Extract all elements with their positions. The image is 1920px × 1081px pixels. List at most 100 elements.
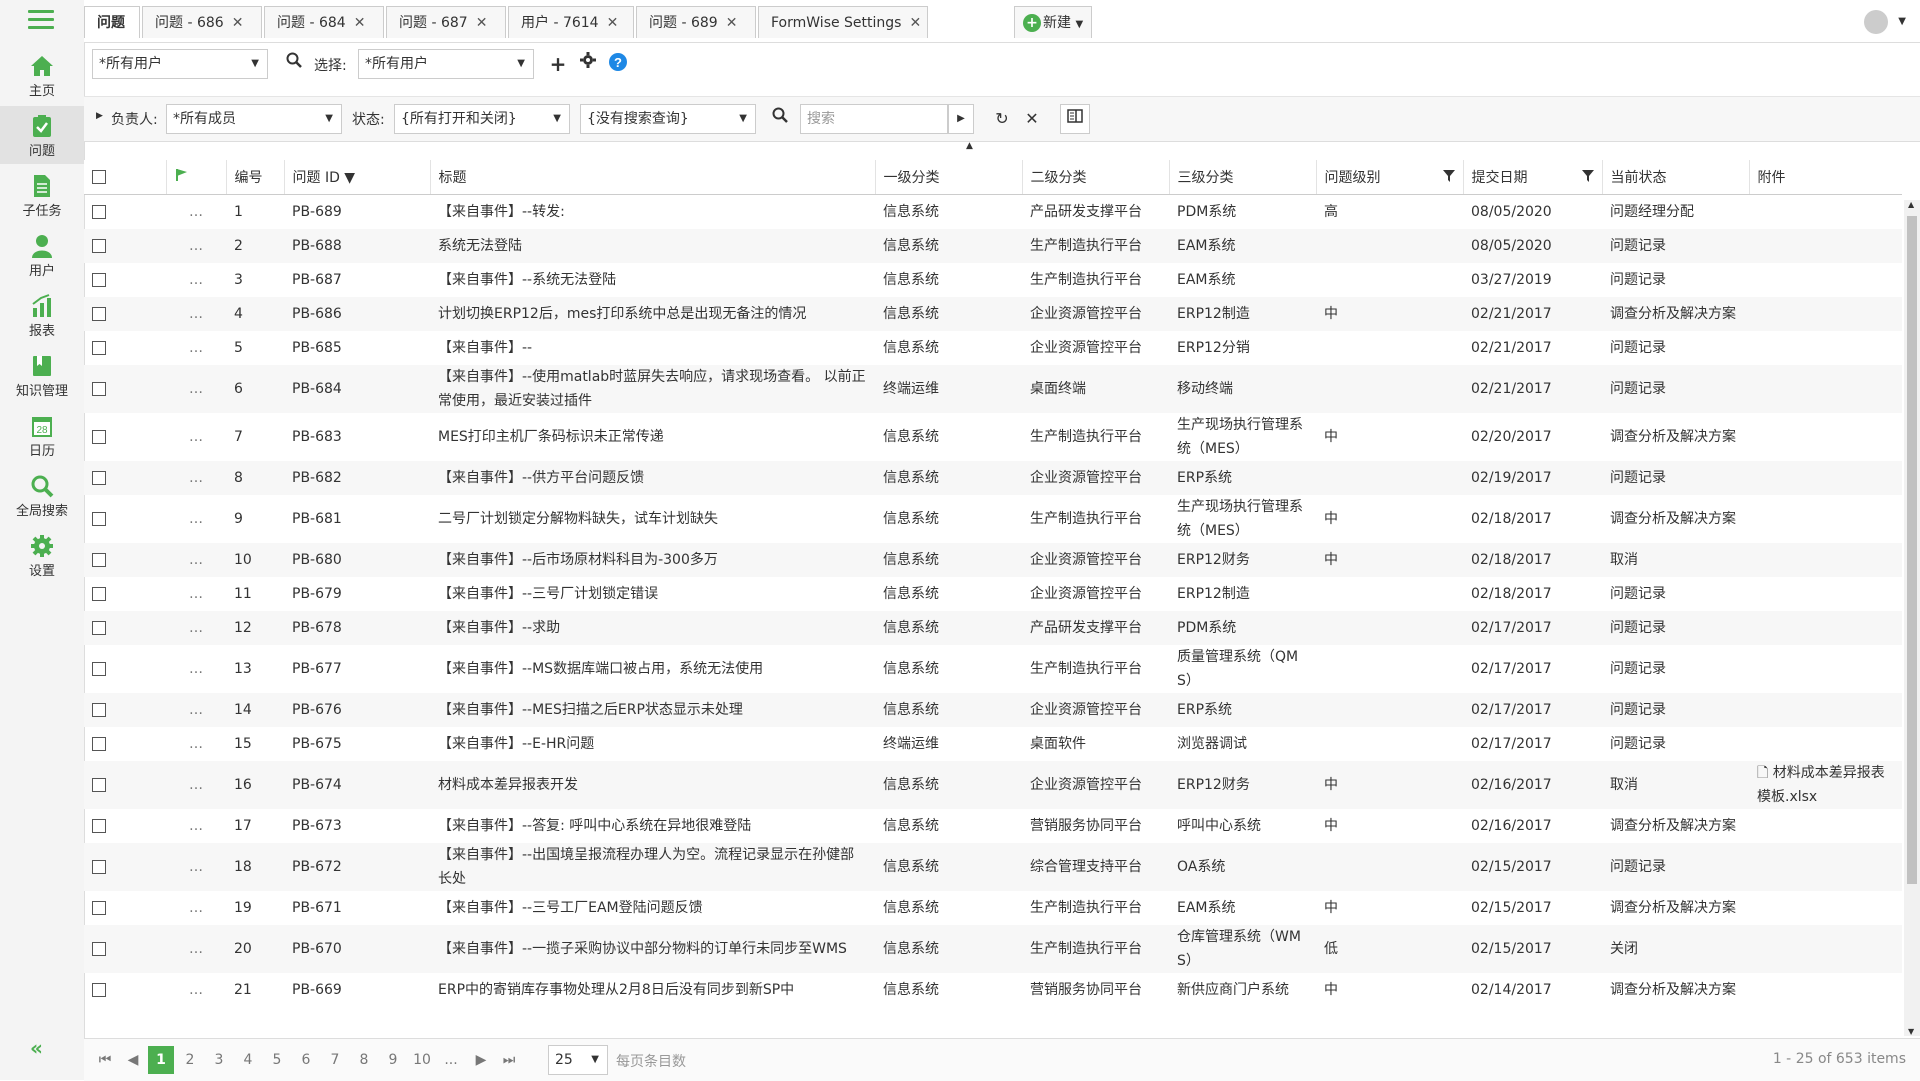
- cell[interactable]: PB-684: [284, 364, 430, 413]
- cell[interactable]: PB-669: [284, 973, 430, 1007]
- row-checkbox[interactable]: [84, 413, 166, 461]
- table-row[interactable]: … 13 PB-677 【来自事件】--MS数据库端口被占用，系统无法使用 信息系统 生产…: [84, 645, 1902, 693]
- table-row[interactable]: … 17 PB-673 【来自事件】--答复: 呼叫中心系统在异地很难登陆 信息系统 营销…: [84, 809, 1902, 843]
- cell[interactable]: 【来自事件】--三号工厂EAM登陆问题反馈: [430, 891, 875, 925]
- row-actions-icon[interactable]: …: [166, 331, 226, 365]
- row-checkbox[interactable]: [84, 364, 166, 413]
- cell[interactable]: 【来自事件】--E-HR问题: [430, 727, 875, 761]
- tab-6[interactable]: FormWise Settings ✕: [758, 6, 928, 38]
- cell[interactable]: PB-671: [284, 891, 430, 925]
- table-row[interactable]: … 14 PB-676 【来自事件】--MES扫描之后ERP状态显示未处理 信息系统 企业…: [84, 692, 1902, 727]
- cell[interactable]: PB-679: [284, 577, 430, 611]
- column-header-category-2[interactable]: 二级分类: [1022, 160, 1170, 195]
- next-page-icon[interactable]: ▶: [468, 1046, 494, 1074]
- page-button[interactable]: 3: [206, 1046, 232, 1074]
- table-row[interactable]: … 15 PB-675 【来自事件】--E-HR问题 终端运维 桌面软件 浏览器调试 02/1…: [84, 727, 1902, 761]
- row-checkbox[interactable]: [84, 610, 166, 645]
- cell[interactable]: 【来自事件】--系统无法登陆: [430, 263, 875, 297]
- table-row[interactable]: … 11 PB-679 【来自事件】--三号厂计划锁定错误 信息系统 企业资源管控平台 ER…: [84, 577, 1902, 611]
- row-checkbox[interactable]: [84, 577, 166, 611]
- cell[interactable]: 【来自事件】--答复: 呼叫中心系统在异地很难登陆: [430, 809, 875, 843]
- row-actions-icon[interactable]: …: [166, 460, 226, 495]
- row-actions-icon[interactable]: …: [166, 495, 226, 543]
- table-row[interactable]: … 21 PB-669 ERP中的寄销库存事物处理从2月8日后没有同步到新SP中 信息系…: [84, 973, 1902, 1007]
- row-checkbox[interactable]: [84, 924, 166, 973]
- expand-arrow-icon[interactable]: ▶: [96, 111, 103, 121]
- sidebar-item-2[interactable]: 子任务: [0, 166, 84, 224]
- table-row[interactable]: … 5 PB-685 【来自事件】-- 信息系统 企业资源管控平台 ERP12分销 02/21…: [84, 331, 1902, 365]
- search-input[interactable]: 搜索: [800, 104, 948, 134]
- row-actions-icon[interactable]: …: [166, 891, 226, 925]
- row-actions-icon[interactable]: …: [166, 542, 226, 577]
- row-actions-icon[interactable]: …: [166, 228, 226, 263]
- cell[interactable]: 【来自事件】--出国境呈报流程办理人为空。流程记录显示在孙健部长处: [430, 842, 875, 891]
- row-checkbox[interactable]: [84, 542, 166, 577]
- column-header-date[interactable]: 提交日期: [1463, 160, 1603, 195]
- row-actions-icon[interactable]: …: [166, 973, 226, 1007]
- row-checkbox[interactable]: [84, 296, 166, 331]
- row-checkbox[interactable]: [84, 727, 166, 761]
- sidebar-item-7[interactable]: 全局搜索: [0, 466, 84, 524]
- row-actions-icon[interactable]: …: [166, 263, 226, 297]
- page-button[interactable]: 8: [351, 1046, 377, 1074]
- cell[interactable]: PB-678: [284, 610, 430, 645]
- row-actions-icon[interactable]: …: [166, 809, 226, 843]
- cell[interactable]: PB-686: [284, 296, 430, 331]
- cell[interactable]: ERP中的寄销库存事物处理从2月8日后没有同步到新SP中: [430, 973, 875, 1007]
- tab-4[interactable]: 用户 - 7614 ✕: [508, 6, 634, 38]
- filter-icon[interactable]: [1442, 170, 1455, 182]
- flag-column-header[interactable]: [166, 160, 227, 195]
- row-checkbox[interactable]: [84, 460, 166, 495]
- table-row[interactable]: … 9 PB-681 二号厂计划锁定分解物料缺失，试车计划缺失 信息系统 生产制造执行平台…: [84, 495, 1902, 543]
- page-button[interactable]: 10: [409, 1046, 435, 1074]
- column-header-issue-id[interactable]: 问题 ID ▼: [284, 160, 431, 195]
- row-actions-icon[interactable]: …: [166, 577, 226, 611]
- cell[interactable]: 计划切换ERP12后，mes打印系统中总是出现无备注的情况: [430, 296, 875, 331]
- assignee-select[interactable]: *所有成员 ▼: [166, 104, 342, 134]
- close-icon[interactable]: ✕: [909, 15, 921, 31]
- table-row[interactable]: … 10 PB-680 【来自事件】--后市场原材料科目为-300多万 信息系统 企业资源…: [84, 542, 1902, 577]
- close-icon[interactable]: ✕: [232, 15, 244, 31]
- close-icon[interactable]: ✕: [607, 15, 619, 31]
- last-page-icon[interactable]: ⏭: [496, 1046, 522, 1074]
- cell[interactable]: 二号厂计划锁定分解物料缺失，试车计划缺失: [430, 495, 875, 543]
- scroll-down-icon[interactable]: ▼: [1908, 1027, 1914, 1036]
- user-filter-select[interactable]: *所有用户 ▼: [92, 49, 268, 79]
- row-checkbox[interactable]: [84, 760, 166, 809]
- close-icon[interactable]: ✕: [354, 15, 366, 31]
- scroll-up-icon[interactable]: ▲: [1908, 200, 1914, 209]
- cell[interactable]: 【来自事件】--后市场原材料科目为-300多万: [430, 542, 875, 577]
- cell[interactable]: PB-673: [284, 809, 430, 843]
- cell[interactable]: PB-672: [284, 842, 430, 891]
- tab-1[interactable]: 问题 - 686 ✕: [142, 6, 262, 38]
- row-actions-icon[interactable]: …: [166, 924, 226, 973]
- page-button[interactable]: 2: [177, 1046, 203, 1074]
- table-row[interactable]: … 6 PB-684 【来自事件】--使用matlab时蓝屏失去响应，请求现场查看。 …: [84, 364, 1902, 413]
- row-checkbox[interactable]: [84, 495, 166, 543]
- cell[interactable]: PB-682: [284, 460, 430, 495]
- filter-icon[interactable]: [1581, 170, 1594, 182]
- cell[interactable]: 【来自事件】--: [430, 331, 875, 365]
- sidebar-item-6[interactable]: 28 日历: [0, 406, 84, 464]
- sidebar-item-4[interactable]: 报表: [0, 286, 84, 344]
- menu-icon[interactable]: [28, 10, 54, 32]
- cell[interactable]: 【来自事件】--转发:: [430, 195, 875, 229]
- row-actions-icon[interactable]: …: [166, 645, 226, 693]
- row-checkbox[interactable]: [84, 891, 166, 925]
- attachment-link[interactable]: 材料成本差异报表模板.xlsx: [1757, 765, 1885, 805]
- column-header-attachment[interactable]: 附件: [1749, 160, 1902, 195]
- clear-icon[interactable]: ✕: [1020, 107, 1044, 131]
- page-button[interactable]: 6: [293, 1046, 319, 1074]
- row-checkbox[interactable]: [84, 692, 166, 727]
- cell[interactable]: MES打印主机厂条码标识未正常传递: [430, 413, 875, 461]
- table-row[interactable]: … 19 PB-671 【来自事件】--三号工厂EAM登陆问题反馈 信息系统 生产制造执行…: [84, 891, 1902, 925]
- row-checkbox[interactable]: [84, 228, 166, 263]
- gear-icon[interactable]: [576, 52, 600, 76]
- cell[interactable]: PB-676: [284, 692, 430, 727]
- row-checkbox[interactable]: [84, 842, 166, 891]
- sidebar-item-8[interactable]: 设置: [0, 526, 84, 584]
- table-row[interactable]: … 8 PB-682 【来自事件】--供方平台问题反馈 信息系统 企业资源管控平台 ERP系…: [84, 460, 1902, 495]
- column-header-level[interactable]: 问题级别: [1316, 160, 1464, 195]
- table-row[interactable]: … 18 PB-672 【来自事件】--出国境呈报流程办理人为空。流程记录显示在孙健部…: [84, 842, 1902, 891]
- cell[interactable]: PB-685: [284, 331, 430, 365]
